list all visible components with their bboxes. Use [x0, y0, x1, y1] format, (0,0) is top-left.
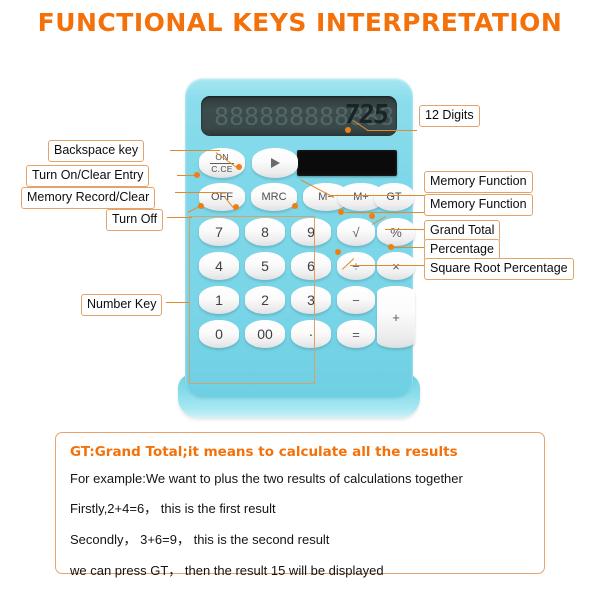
- leader-dot-memory-function-1: [292, 203, 298, 209]
- number-key-bracket: [189, 216, 315, 384]
- key-percent[interactable]: %: [377, 218, 415, 246]
- key-minus[interactable]: −: [337, 286, 375, 314]
- lcd-ghost-digit: 8: [319, 102, 335, 131]
- leader-line-memory-function-1: [330, 195, 425, 196]
- annotation-turn-on-clear-entry: Turn On/Clear Entry: [26, 165, 150, 187]
- ce-label: C.CE: [211, 163, 233, 174]
- annotation-turn-off: Turn Off: [106, 209, 164, 231]
- on-clear-entry-button[interactable]: ON C.CE: [199, 148, 245, 178]
- leader-line-backspace: [170, 150, 220, 151]
- leader-dot-12-digits: [345, 127, 351, 133]
- lcd-ghost-digit: 8: [214, 102, 230, 131]
- leader-line-memory-function-2: [342, 212, 425, 213]
- leader-line-number-key: [166, 302, 190, 303]
- backspace-arrow-icon: [270, 158, 280, 168]
- key-sqrt[interactable]: √: [337, 218, 375, 246]
- leader-dot-backspace: [236, 164, 242, 170]
- leader-dot-grand-total: [369, 213, 375, 219]
- annotation-memory-function-2: Memory Function: [424, 194, 533, 216]
- key-divide[interactable]: ÷: [337, 252, 375, 280]
- lcd-ghost-digit: 8: [229, 102, 245, 131]
- leader-line-memory-record: [175, 192, 227, 193]
- key-plus[interactable]: +: [377, 286, 415, 348]
- leader-line-sqrt-percentage: [350, 265, 425, 266]
- gt-explanation-box: GT:Grand Total;it means to calculate all…: [55, 432, 545, 578]
- gt-button[interactable]: GT: [374, 183, 414, 211]
- gt-explanation-line: we can press GT， then the result 15 will…: [70, 563, 384, 578]
- lcd-ghost-digit: 8: [274, 102, 290, 131]
- key-multiply[interactable]: ×: [377, 252, 415, 280]
- annotation-square-root-percentage: Square Root Percentage: [424, 258, 574, 280]
- lcd-ghost-digit: 8: [259, 102, 275, 131]
- solar-panel: [297, 150, 397, 176]
- gt-explanation-line: For example:We want to plus the two resu…: [70, 471, 463, 486]
- lcd-ghost-digit: 8: [289, 102, 305, 131]
- leader-dot-sqrt-percentage: [335, 249, 341, 255]
- backspace-button[interactable]: [252, 148, 298, 178]
- annotation-12-digits: 12 Digits: [419, 105, 480, 127]
- leader-line-percentage: [393, 247, 425, 248]
- gt-explanation-line: Firstly,2+4=6， this is the first result: [70, 501, 276, 516]
- gt-explanation-line: Secondly， 3+6=9， this is the second resu…: [70, 532, 330, 547]
- lcd-ghost-digit: 8: [304, 102, 320, 131]
- key-equals[interactable]: =: [337, 320, 375, 348]
- leader-line-12-digits: [367, 130, 417, 131]
- lcd-ghost-digit: 8: [244, 102, 260, 131]
- leader-dot-turn-on: [194, 172, 200, 178]
- leader-dot-memory-function-2: [338, 209, 344, 215]
- mrc-button[interactable]: MRC: [251, 183, 297, 211]
- leader-line-grand-total: [385, 229, 425, 230]
- leader-dot-turn-off: [198, 203, 204, 209]
- annotation-memory-record-clear: Memory Record/Clear: [21, 187, 156, 209]
- annotation-memory-function-1: Memory Function: [424, 171, 533, 193]
- gt-explanation-heading: GT:Grand Total;it means to calculate all…: [70, 444, 458, 460]
- annotation-backspace-key: Backspace key: [48, 140, 145, 162]
- leader-dot-memory-record: [233, 204, 239, 210]
- page-title: FUNCTIONAL KEYS INTERPRETATION: [37, 8, 563, 37]
- leader-dot-percentage: [388, 244, 394, 250]
- annotation-number-key: Number Key: [81, 294, 163, 316]
